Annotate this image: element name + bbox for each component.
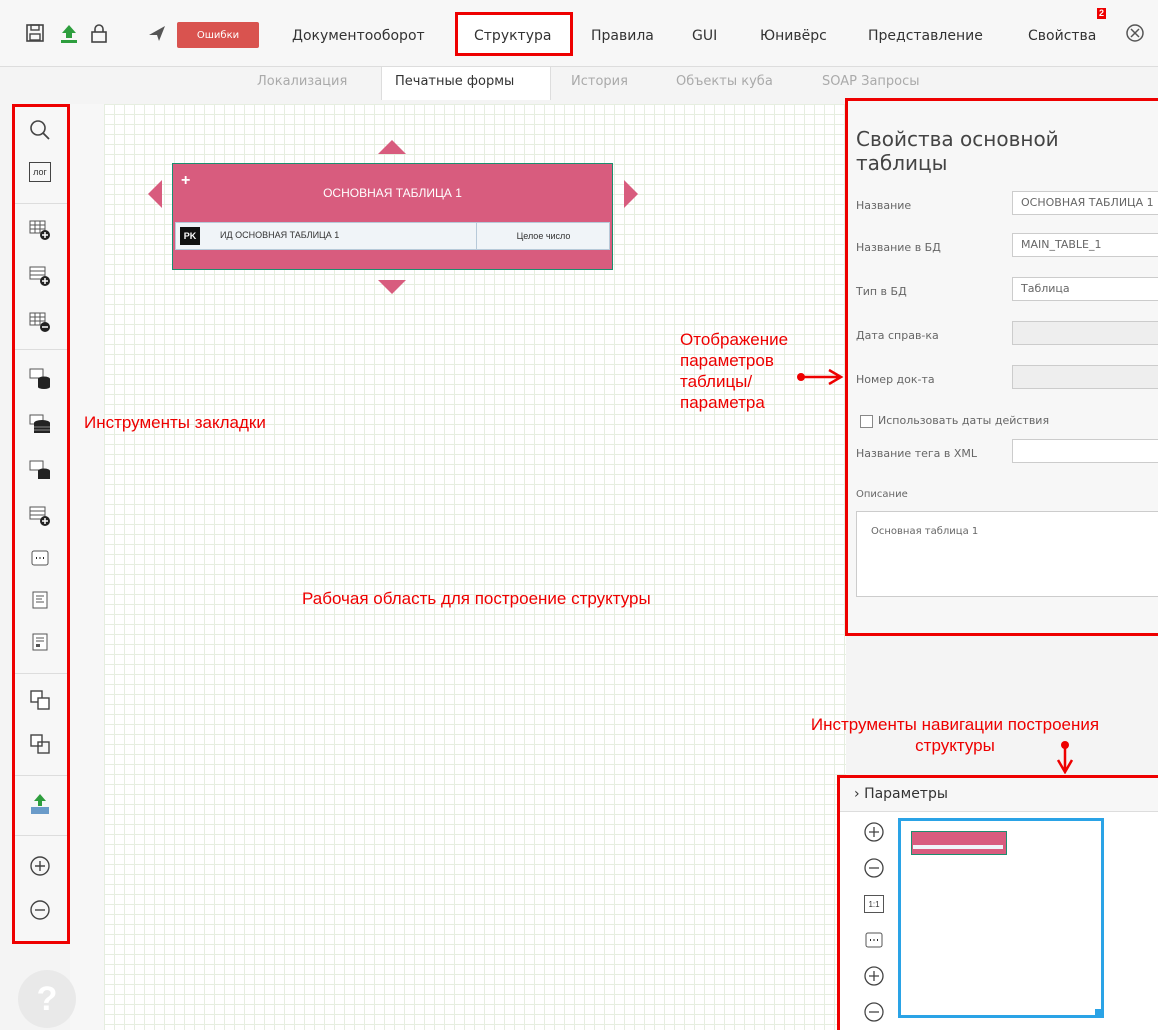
subtab-cube-objects[interactable]: Объекты куба bbox=[676, 74, 773, 89]
use-dates-label: Использовать даты действия bbox=[878, 414, 1050, 427]
copy-icon[interactable] bbox=[27, 687, 53, 713]
annotation-navigation-arrow-icon bbox=[1056, 741, 1074, 774]
table-title: ОСНОВНАЯ ТАБЛИЦА 1 bbox=[323, 186, 462, 200]
db-type-value: Таблица bbox=[1021, 282, 1070, 295]
db-type-select[interactable]: Таблица bbox=[1012, 277, 1158, 301]
tab-universe[interactable]: Юнивёрс bbox=[760, 28, 827, 44]
send-icon[interactable] bbox=[146, 22, 168, 44]
nav-zoom-in-2-icon[interactable] bbox=[862, 964, 886, 988]
database-link-icon[interactable] bbox=[27, 457, 53, 483]
expand-left-arrow[interactable] bbox=[148, 180, 162, 208]
tab-document-flow[interactable]: Документооборот bbox=[292, 28, 425, 44]
subtab-soap-requests[interactable]: SOAP Запросы bbox=[822, 74, 920, 89]
arrange-icon[interactable] bbox=[27, 731, 53, 757]
tab-view[interactable]: Представление bbox=[868, 28, 983, 44]
minimap-viewport[interactable] bbox=[898, 818, 1104, 1018]
description-label: Описание bbox=[856, 489, 908, 500]
add-table-icon[interactable] bbox=[27, 217, 53, 243]
nav-zoom-out-icon[interactable] bbox=[862, 856, 886, 880]
table-entity[interactable]: + ОСНОВНАЯ ТАБЛИЦА 1 PK ИД ОСНОВНАЯ ТАБЛ… bbox=[172, 163, 613, 270]
add-field-icon[interactable] bbox=[27, 503, 53, 529]
doc-number-field bbox=[1012, 365, 1158, 389]
subtab-print-forms[interactable]: Печатные формы bbox=[395, 74, 514, 89]
zoom-in-icon[interactable] bbox=[27, 853, 53, 879]
tab-gui[interactable]: GUI bbox=[692, 28, 717, 44]
parameters-label: Параметры bbox=[864, 786, 948, 802]
expand-down-arrow[interactable] bbox=[378, 280, 406, 294]
db-type-label: Тип в БД bbox=[856, 285, 907, 298]
add-row-icon[interactable] bbox=[27, 263, 53, 289]
xml-tag-field[interactable] bbox=[1012, 439, 1158, 463]
primary-key-badge: PK bbox=[180, 227, 200, 245]
close-icon[interactable] bbox=[1124, 22, 1146, 44]
description-textarea[interactable]: Основная таблица 1 bbox=[856, 511, 1158, 597]
nav-zoom-in-icon[interactable] bbox=[862, 820, 886, 844]
name-label: Название bbox=[856, 199, 912, 212]
annotation-display: Отображение параметров таблицы/ параметр… bbox=[680, 330, 789, 412]
form-icon[interactable] bbox=[27, 629, 53, 655]
tab-structure[interactable]: Структура bbox=[474, 28, 551, 44]
expand-up-arrow[interactable] bbox=[378, 140, 406, 154]
divider bbox=[15, 349, 67, 350]
ref-date-label: Дата справ-ка bbox=[856, 329, 939, 342]
minimap-row-preview bbox=[913, 845, 1003, 849]
actual-size-label: 1:1 bbox=[864, 895, 884, 913]
parameters-header[interactable]: › Параметры bbox=[854, 786, 948, 802]
annotation-workspace: Рабочая область для построение структуры bbox=[302, 589, 651, 608]
subtab-history[interactable]: История bbox=[571, 74, 628, 89]
export-image-icon[interactable] bbox=[27, 791, 53, 817]
zoom-out-icon[interactable] bbox=[27, 897, 53, 923]
doc-number-label: Номер док-та bbox=[856, 373, 935, 386]
search-icon[interactable] bbox=[27, 117, 53, 143]
canvas-gutter bbox=[70, 104, 105, 1030]
database-table-icon[interactable] bbox=[27, 365, 53, 391]
db-name-label: Название в БД bbox=[856, 241, 941, 254]
annotation-toolbar: Инструменты закладки bbox=[84, 413, 266, 432]
divider bbox=[15, 775, 67, 776]
database-stack-icon[interactable] bbox=[27, 411, 53, 437]
nav-header[interactable]: › Параметры bbox=[840, 778, 1158, 812]
tab-rules[interactable]: Правила bbox=[591, 28, 654, 44]
grid-icon[interactable] bbox=[27, 545, 53, 571]
expand-right-arrow[interactable] bbox=[624, 180, 638, 208]
nav-grid-icon[interactable] bbox=[862, 928, 886, 952]
annotation-navigation: Инструменты навигации построения структу… bbox=[810, 715, 1100, 755]
top-menu-bar: Ошибки Документооборот Структура Правила… bbox=[0, 0, 1158, 67]
divider bbox=[15, 835, 67, 836]
log-button[interactable]: лог bbox=[27, 159, 53, 185]
db-name-field[interactable]: MAIN_TABLE_1 bbox=[1012, 233, 1158, 257]
save-icon[interactable] bbox=[24, 22, 46, 44]
nav-actual-size-button[interactable]: 1:1 bbox=[862, 892, 886, 916]
help-button[interactable]: ? bbox=[18, 970, 76, 1028]
remove-table-icon[interactable] bbox=[27, 309, 53, 335]
panel-title: Свойства основной таблицы bbox=[856, 127, 1059, 175]
minimap-table-preview bbox=[911, 831, 1007, 855]
annotation-display-arrow-icon bbox=[797, 368, 844, 386]
field-name: ИД ОСНОВНАЯ ТАБЛИЦА 1 bbox=[220, 230, 340, 240]
document-icon[interactable] bbox=[27, 587, 53, 613]
divider bbox=[15, 203, 67, 204]
ref-date-field bbox=[1012, 321, 1158, 345]
field-type: Целое число bbox=[476, 223, 610, 249]
upload-icon[interactable] bbox=[58, 22, 80, 44]
log-label: лог bbox=[29, 162, 51, 182]
table-field-row[interactable]: PK ИД ОСНОВНАЯ ТАБЛИЦА 1 Целое число bbox=[175, 222, 610, 250]
minimap-resize-handle[interactable] bbox=[1095, 1009, 1103, 1017]
nav-zoom-out-2-icon[interactable] bbox=[862, 1000, 886, 1024]
navigation-panel: › Параметры 1:1 bbox=[837, 775, 1158, 1030]
errors-button[interactable]: Ошибки bbox=[177, 22, 259, 48]
lock-icon[interactable] bbox=[88, 22, 110, 44]
divider bbox=[15, 673, 67, 674]
properties-badge: 2 bbox=[1097, 8, 1107, 19]
properties-panel: Свойства основной таблицы Название ОСНОВ… bbox=[845, 98, 1158, 636]
tab-properties[interactable]: Свойства bbox=[1028, 28, 1096, 44]
left-toolbar: лог bbox=[12, 104, 70, 944]
name-field[interactable]: ОСНОВНАЯ ТАБЛИЦА 1 bbox=[1012, 191, 1158, 215]
xml-tag-label: Название тега в XML bbox=[856, 447, 978, 460]
use-dates-checkbox[interactable] bbox=[860, 415, 873, 428]
subtab-localization[interactable]: Локализация bbox=[257, 74, 347, 89]
